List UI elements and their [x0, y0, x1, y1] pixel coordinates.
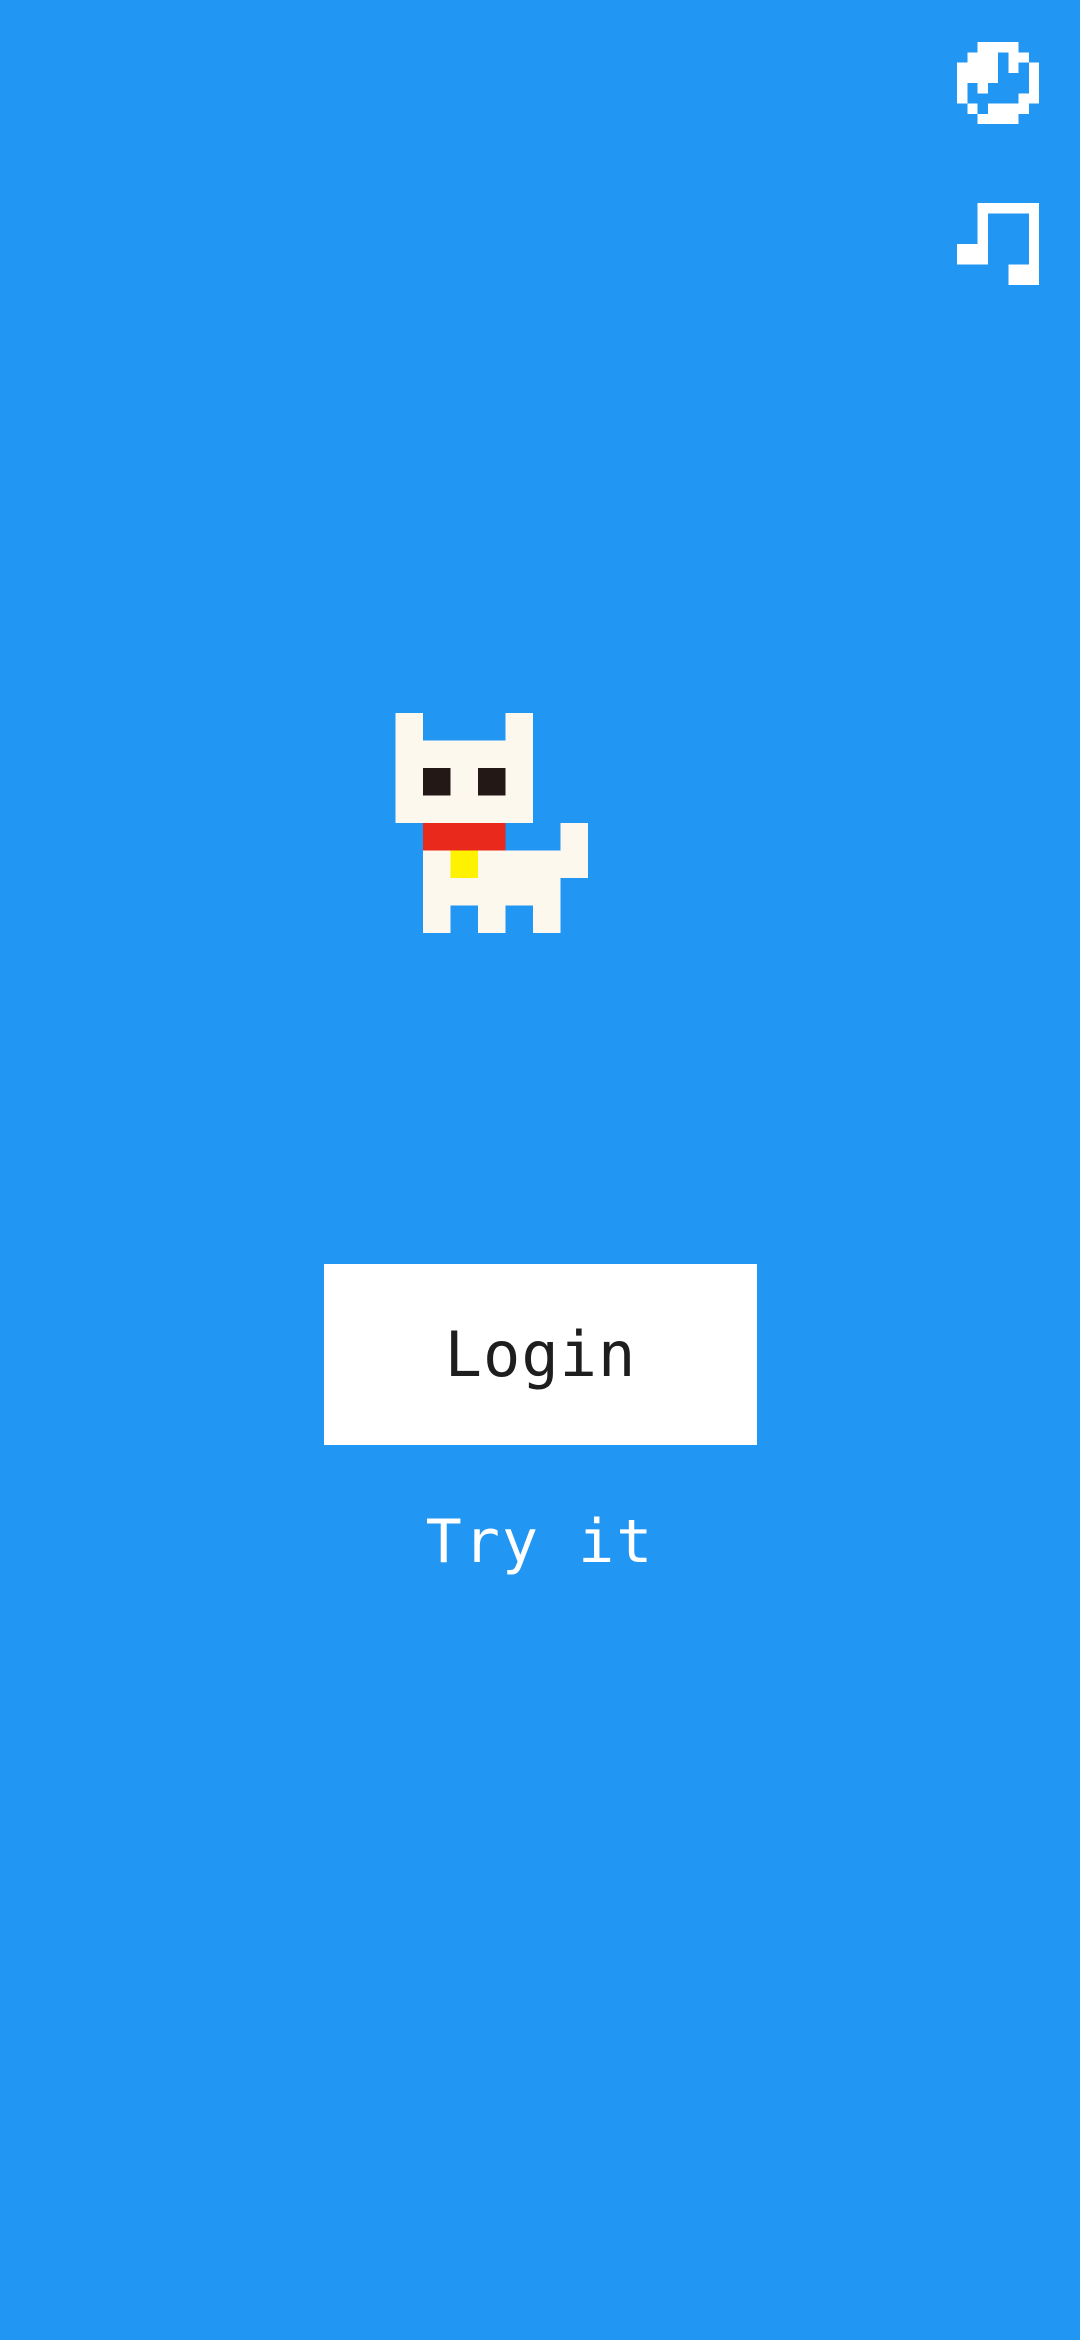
timer-icon	[957, 42, 1039, 124]
cat-left-eye	[423, 768, 451, 796]
start-screen: Login Try it	[0, 0, 1080, 2340]
cat-collar	[423, 823, 506, 851]
try-it-link[interactable]: Try it	[340, 1500, 740, 1584]
cat-bell	[450, 850, 479, 878]
cat-right-eye	[478, 768, 506, 796]
cat-body	[423, 850, 589, 878]
try-it-label: Try it	[425, 1507, 655, 1577]
cat-left-ear	[395, 713, 424, 741]
timer-button[interactable]	[957, 42, 1039, 124]
cat-body-lower	[423, 878, 561, 906]
cat-right-ear	[505, 713, 534, 741]
login-button-label: Login	[444, 1317, 637, 1391]
music-note-icon	[957, 203, 1039, 285]
cat-leg-2	[478, 905, 506, 933]
music-button[interactable]	[957, 203, 1039, 285]
pixel-cat-mascot	[395, 713, 685, 1043]
cat-illustration	[395, 713, 589, 933]
cat-head	[395, 740, 534, 823]
login-button[interactable]: Login	[324, 1264, 757, 1445]
cat-leg-1	[423, 905, 451, 933]
cat-leg-3	[533, 905, 561, 933]
